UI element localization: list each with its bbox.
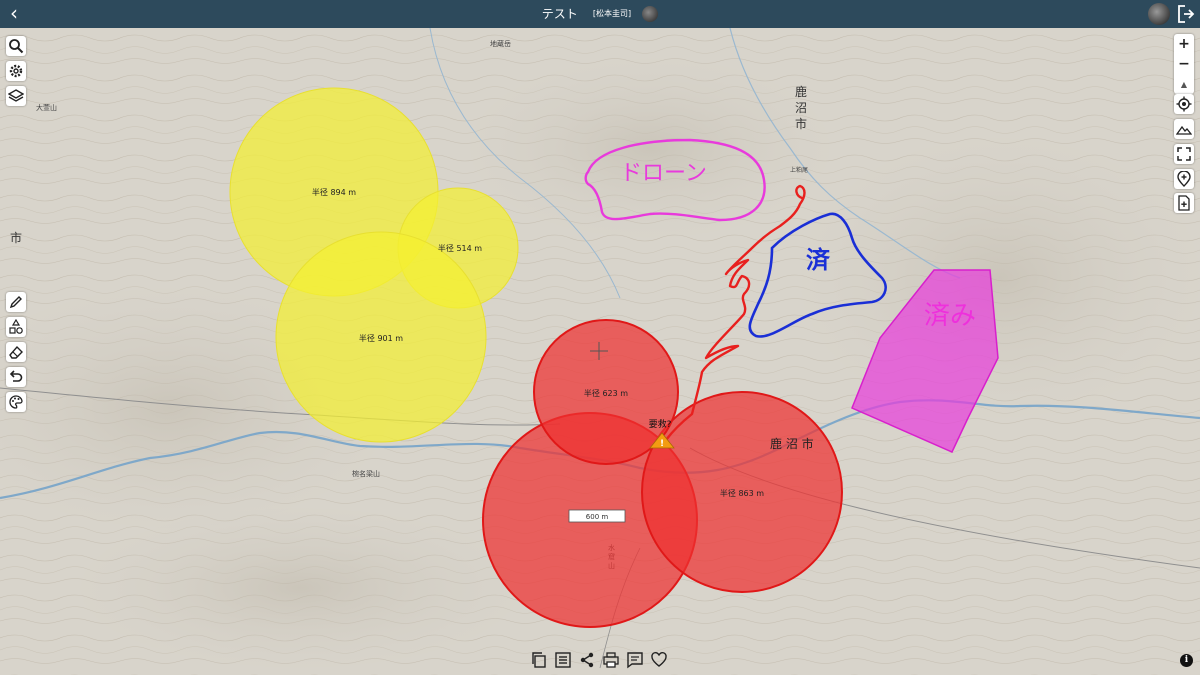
add-file-button[interactable] (1174, 193, 1194, 213)
eraser-button[interactable] (6, 342, 26, 362)
place-label: 大萱山 (36, 103, 57, 112)
circle-radius-label: 半径 894 m (312, 187, 356, 197)
pencil-icon (9, 296, 22, 309)
place-label: 上粕尾 (790, 166, 808, 174)
draw-button[interactable] (6, 292, 26, 312)
fullscreen-button[interactable] (1174, 144, 1194, 164)
handwritten-note: 済み (924, 301, 976, 331)
north-button[interactable]: ▲ (1174, 74, 1194, 94)
undo-button[interactable] (6, 367, 26, 387)
owner-name: [松本圭司] (592, 9, 632, 18)
bottom-action-bar (528, 649, 674, 673)
logout-icon (1178, 5, 1195, 23)
terrain-button[interactable] (1174, 119, 1194, 139)
comment-icon (627, 652, 643, 669)
title-group: テスト [松本圭司] (0, 0, 1200, 28)
copy-button[interactable] (528, 649, 550, 671)
circle-radius-label: 半径 623 m (584, 388, 628, 398)
info-button[interactable]: i (1180, 654, 1193, 667)
heart-icon (651, 652, 667, 667)
share-icon (580, 652, 594, 668)
palette-button[interactable] (6, 392, 26, 412)
zoom-out-button[interactable]: − (1174, 54, 1194, 74)
shapes-button[interactable] (6, 317, 26, 337)
circle-radius-label: 半径 514 m (438, 243, 482, 253)
fullscreen-icon (1177, 147, 1191, 161)
terrain-icon (1176, 125, 1192, 135)
circle-radius-label: 半径 863 m (720, 488, 764, 498)
shapes-icon (9, 319, 23, 334)
handwritten-note: ドローン (620, 161, 707, 186)
top-bar: ‹ テスト [松本圭司] (0, 0, 1200, 28)
palette-icon (9, 395, 23, 409)
place-label: 地蔵岳 (490, 39, 511, 48)
place-label: 鹿 (795, 84, 807, 99)
scale-bar: 600 m (568, 509, 626, 523)
place-label: 沼 (795, 101, 807, 115)
place-label: 鹿 沼 市 (770, 436, 814, 451)
map-canvas[interactable]: 鹿 沼 市 市 大萱山 椀名梁山 地蔵岳 上粕尾 水 窟 山 半径 894 m … (0, 28, 1200, 675)
locate-icon (1176, 96, 1192, 112)
scale-label: 600 m (586, 513, 609, 521)
share-button[interactable] (576, 649, 598, 671)
search-icon (9, 39, 24, 54)
list-button[interactable] (552, 649, 574, 671)
add-pin-icon (1177, 171, 1191, 187)
marker-label: 要救? (649, 418, 672, 430)
comment-button[interactable] (624, 649, 646, 671)
search-button[interactable] (6, 36, 26, 56)
print-icon (603, 652, 619, 668)
user-avatar[interactable] (1148, 3, 1170, 25)
owner-avatar (642, 6, 659, 22)
handwritten-note: 済 (806, 246, 831, 274)
add-file-icon (1178, 195, 1190, 211)
circle-radius-label: 半径 901 m (359, 333, 403, 343)
like-button[interactable] (648, 649, 670, 671)
locate-button[interactable] (1174, 94, 1194, 114)
add-pin-button[interactable] (1174, 169, 1194, 189)
eraser-icon (9, 345, 23, 359)
zoom-in-button[interactable]: + (1174, 34, 1194, 54)
settings-icon (9, 64, 23, 78)
map-title: テスト (541, 7, 578, 21)
map-view[interactable]: 鹿 沼 市 市 大萱山 椀名梁山 地蔵岳 上粕尾 水 窟 山 半径 894 m … (0, 28, 1200, 675)
place-label: 市 (10, 230, 22, 245)
list-icon (555, 652, 571, 668)
settings-button[interactable] (6, 61, 26, 81)
svg-text:!: ! (660, 439, 664, 449)
place-label: 椀名梁山 (352, 469, 380, 478)
logout-button[interactable] (1177, 4, 1195, 24)
place-label: 市 (795, 116, 807, 131)
print-button[interactable] (600, 649, 622, 671)
copy-icon (532, 652, 546, 668)
layers-button[interactable] (6, 86, 26, 106)
zoom-controls: + − ▲ (1174, 34, 1194, 94)
undo-icon (9, 370, 23, 382)
layers-icon (8, 89, 24, 102)
